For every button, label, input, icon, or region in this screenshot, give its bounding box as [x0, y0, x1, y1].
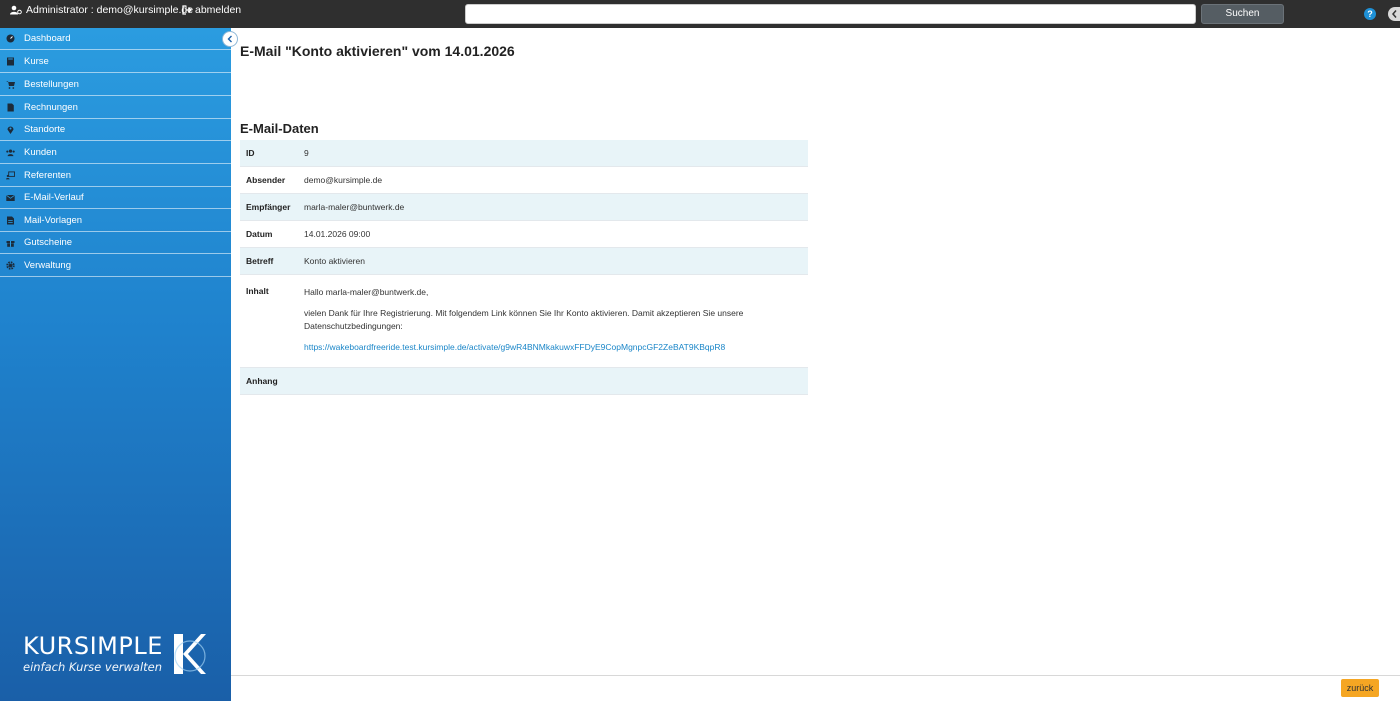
sidebar-item-label: Bestellungen [24, 79, 79, 90]
book-icon [6, 57, 15, 66]
email-details-table: ID 9 Absender demo@kursimple.de Empfänge… [240, 140, 808, 395]
email-body: vielen Dank für Ihre Registrierung. Mit … [304, 308, 744, 331]
gear-icon [6, 261, 15, 270]
map-pin-icon [6, 125, 15, 134]
back-button[interactable]: zurück [1341, 679, 1379, 697]
detail-value: marla-maler@buntwerk.de [304, 202, 405, 212]
sidebar-item-kurse[interactable]: Kurse [0, 51, 231, 73]
sidebar-item-dashboard[interactable]: Dashboard [0, 28, 231, 50]
detail-label: ID [246, 148, 255, 158]
dashboard-icon [6, 34, 15, 43]
sidebar-item-label: Kunden [24, 147, 57, 158]
chevron-left-icon [1392, 10, 1397, 18]
logout-label: abmelden [195, 4, 242, 16]
detail-value: Konto aktivieren [304, 256, 365, 266]
users-icon [6, 148, 15, 157]
detail-value: 14.01.2026 09:00 [304, 229, 371, 239]
detail-label: Datum [246, 229, 273, 239]
gift-icon [6, 238, 15, 247]
footer-bar [231, 675, 1400, 701]
section-title: E-Mail-Daten [240, 121, 319, 136]
sidebar-item-label: Standorte [24, 124, 66, 135]
sidebar-collapse-button[interactable] [222, 31, 238, 47]
logo-tagline: einfach Kurse verwalten [23, 660, 163, 674]
sidebar-item-label: Dashboard [24, 33, 71, 44]
user-label: Administrator : demo@kursimple.de [26, 4, 194, 16]
top-bar: Administrator : demo@kursimple.de abmeld… [0, 0, 1400, 28]
detail-value: Hallo marla-maler@buntwerk.de, vielen Da… [304, 275, 808, 367]
search-input[interactable] [465, 4, 1196, 24]
detail-row-attachment: Anhang [240, 368, 808, 395]
sidebar-item-referenten[interactable]: Referenten [0, 165, 231, 187]
detail-value: 9 [304, 148, 309, 158]
template-icon [6, 216, 15, 225]
search-button[interactable]: Suchen [1201, 4, 1284, 24]
detail-label: Absender [246, 175, 286, 185]
activation-link[interactable]: https://wakeboardfreeride.test.kursimple… [304, 342, 725, 352]
sidebar-item-label: Rechnungen [24, 102, 78, 113]
sidebar-item-label: Verwaltung [24, 260, 72, 271]
sidebar-item-standorte[interactable]: Standorte [0, 119, 231, 141]
sidebar-item-label: Kurse [24, 56, 49, 67]
sidebar-item-mail-vorlagen[interactable]: Mail-Vorlagen [0, 210, 231, 232]
detail-row-subject: Betreff Konto aktivieren [240, 248, 808, 275]
detail-row-content: Inhalt Hallo marla-maler@buntwerk.de, vi… [240, 275, 808, 368]
logo-mark-icon [174, 634, 206, 674]
sidebar-item-label: Gutscheine [24, 237, 73, 248]
logout-link[interactable]: abmelden [182, 0, 241, 20]
chevron-left-icon [227, 35, 232, 43]
detail-row-sender: Absender demo@kursimple.de [240, 167, 808, 194]
sidebar-item-kunden[interactable]: Kunden [0, 142, 231, 164]
detail-value: demo@kursimple.de [304, 175, 383, 185]
detail-label: Empfänger [246, 202, 291, 212]
sidebar-item-rechnungen[interactable]: Rechnungen [0, 97, 231, 119]
help-icon[interactable]: ? [1364, 8, 1376, 20]
sidebar-item-label: E-Mail-Verlauf [24, 192, 84, 203]
detail-row-recipient: Empfänger marla-maler@buntwerk.de [240, 194, 808, 221]
user-cog-icon [10, 5, 22, 15]
current-user[interactable]: Administrator : demo@kursimple.de [10, 0, 193, 20]
page-title: E-Mail "Konto aktivieren" vom 14.01.2026 [240, 43, 515, 59]
envelope-icon [6, 193, 15, 202]
detail-label: Inhalt [246, 286, 269, 296]
sidebar: Dashboard Kurse Bestellungen Rechnungen … [0, 28, 231, 701]
sign-out-icon [182, 5, 192, 15]
right-panel-toggle[interactable] [1388, 7, 1400, 21]
sidebar-item-bestellungen[interactable]: Bestellungen [0, 74, 231, 96]
detail-label: Betreff [246, 256, 274, 266]
kursimple-logo: KURSIMPLE einfach Kurse verwalten [23, 632, 213, 678]
cart-icon [6, 80, 15, 89]
sidebar-item-label: Referenten [24, 170, 72, 181]
email-greeting: Hallo marla-maler@buntwerk.de, [304, 287, 429, 297]
detail-row-date: Datum 14.01.2026 09:00 [240, 221, 808, 248]
sidebar-item-label: Mail-Vorlagen [24, 215, 83, 226]
sidebar-item-email-verlauf[interactable]: E-Mail-Verlauf [0, 187, 231, 209]
logo-brand: KURSIMPLE [23, 632, 163, 660]
document-icon [6, 103, 15, 112]
presenter-icon [6, 171, 15, 180]
sidebar-item-gutscheine[interactable]: Gutscheine [0, 232, 231, 254]
detail-row-id: ID 9 [240, 140, 808, 167]
sidebar-item-verwaltung[interactable]: Verwaltung [0, 255, 231, 277]
detail-label: Anhang [246, 376, 278, 386]
